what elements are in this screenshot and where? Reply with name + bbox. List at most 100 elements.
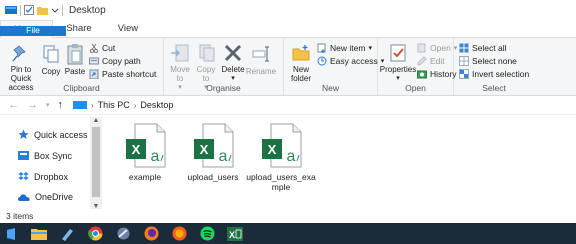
select-small-buttons: Select all Select none Invert selection <box>457 40 529 83</box>
svg-text:X: X <box>229 230 235 240</box>
breadcrumb-this-pc[interactable]: This PC <box>98 100 130 110</box>
file-explorer-taskbar-icon[interactable] <box>30 225 48 243</box>
copy-to-button[interactable]: Copy to ▾ <box>193 40 219 91</box>
clipboard-small-buttons: Cut Copy path Paste shortcut <box>87 40 156 83</box>
cut-button[interactable]: Cut <box>89 42 156 54</box>
copy-path-icon <box>89 56 99 66</box>
excel-taskbar-icon[interactable]: X <box>226 225 244 243</box>
rename-icon <box>250 43 272 65</box>
copy-button[interactable]: Copy <box>39 40 63 83</box>
breadcrumb-separator: › <box>91 100 94 110</box>
firefox-taskbar-icon[interactable] <box>142 225 160 243</box>
breadcrumb[interactable]: › This PC › Desktop <box>73 100 173 110</box>
delete-x-icon <box>222 43 244 63</box>
recent-locations-dropdown-icon[interactable]: ▾ <box>46 101 50 109</box>
open-icon <box>417 43 427 53</box>
new-group: New folder New item ▾ Easy access ▾ New <box>284 38 384 95</box>
tab-view[interactable]: View <box>105 20 151 37</box>
select-group: Select all Select none Invert selection … <box>454 38 534 95</box>
tab-file[interactable]: File <box>0 25 66 36</box>
copy-path-button[interactable]: Copy path <box>89 55 156 67</box>
ribbon: Pin to Quick access Copy Paste Cut Copy … <box>0 38 576 96</box>
nav-item-onedrive[interactable]: OneDrive <box>18 192 73 202</box>
file-item-upload-users-example[interactable]: X a upload_users_exa mple <box>246 121 316 192</box>
start-windows-icon[interactable] <box>2 225 20 243</box>
title-bar: Desktop <box>0 0 576 20</box>
organise-group: Move to ▾ Copy to ▾ Delete ▾ Rename Orga… <box>164 38 284 95</box>
scissors-icon <box>89 43 99 53</box>
paste-button[interactable]: Paste <box>63 40 87 83</box>
clipboard-group-label: Clipboard <box>63 83 100 93</box>
new-item-icon <box>317 43 327 53</box>
rename-button[interactable]: Rename <box>246 40 276 83</box>
customize-dropdown-icon[interactable] <box>51 6 59 14</box>
excel-csv-file-icon: X a <box>262 123 302 168</box>
invert-selection-button[interactable]: Invert selection <box>459 68 529 80</box>
quick-access-toolbar <box>5 4 63 16</box>
file-list: X a example X a upload_users X a upload_… <box>104 115 576 210</box>
box-icon <box>18 151 29 160</box>
separator <box>20 4 21 16</box>
nav-item-dropbox[interactable]: Dropbox <box>18 171 68 182</box>
forward-arrow-icon[interactable]: → <box>27 99 38 111</box>
paste-icon <box>64 43 86 65</box>
separator <box>62 4 63 16</box>
new-item-button[interactable]: New item ▾ <box>317 42 384 54</box>
ribbon-tabs: File Home Share View <box>0 20 576 38</box>
scroll-up-icon[interactable]: ▲ <box>90 117 102 124</box>
breadcrumb-separator: › <box>133 100 137 110</box>
chrome-taskbar-icon[interactable] <box>86 225 104 243</box>
paste-shortcut-icon <box>89 69 99 79</box>
window-title: Desktop <box>69 4 106 16</box>
new-group-label: New <box>321 83 339 93</box>
move-to-button[interactable]: Move to ▾ <box>167 40 193 91</box>
properties-button[interactable]: Properties ▾ <box>380 40 416 83</box>
window-icon <box>5 6 17 14</box>
dropbox-icon <box>18 172 29 180</box>
notepad-taskbar-icon[interactable] <box>58 225 76 243</box>
scrollbar-thumb[interactable] <box>92 127 100 197</box>
this-pc-icon <box>73 100 88 109</box>
copy-icon <box>40 43 62 65</box>
folder-icon[interactable] <box>37 6 48 15</box>
nav-pane-scrollbar[interactable]: ▲ ▼ <box>90 117 102 210</box>
pin-icon <box>10 43 32 63</box>
breadcrumb-desktop[interactable]: Desktop <box>140 100 173 110</box>
up-arrow-icon[interactable]: ↑ <box>58 99 64 111</box>
new-folder-button[interactable]: New folder <box>287 40 315 83</box>
properties-check-icon[interactable] <box>24 5 34 15</box>
easy-access-button[interactable]: Easy access ▾ <box>317 55 384 67</box>
address-bar: ← → ▾ ↑ › This PC › Desktop <box>0 96 576 115</box>
delete-dropdown-icon: ▾ <box>231 75 235 82</box>
spotify-taskbar-icon[interactable] <box>198 225 216 243</box>
properties-dropdown-icon: ▾ <box>396 75 400 82</box>
file-name: upload_users_exa mple <box>246 172 316 192</box>
svg-text:X: X <box>200 142 209 157</box>
select-all-icon <box>459 43 469 53</box>
edit-button[interactable]: Edit <box>417 55 457 67</box>
paste-shortcut-button[interactable]: Paste shortcut <box>89 68 156 80</box>
organise-group-label: Organise <box>206 83 241 93</box>
pin-to-quick-access-button[interactable]: Pin to Quick access <box>3 40 39 92</box>
svg-text:X: X <box>132 142 141 157</box>
nav-item-box-sync[interactable]: Box Sync <box>18 150 72 161</box>
delete-button[interactable]: Delete ▾ <box>219 40 247 83</box>
history-button[interactable]: History <box>417 68 457 80</box>
select-none-icon <box>459 56 469 66</box>
file-name: example <box>128 172 162 182</box>
svg-text:a: a <box>287 148 296 165</box>
open-button[interactable]: Open ▾ <box>417 42 457 54</box>
back-arrow-icon[interactable]: ← <box>8 99 19 111</box>
nav-item-quick-access[interactable]: Quick access <box>18 129 88 140</box>
browser-taskbar-icon[interactable] <box>170 225 188 243</box>
file-item-upload-users[interactable]: X a upload_users <box>180 121 246 183</box>
properties-icon <box>387 43 409 63</box>
select-all-button[interactable]: Select all <box>459 42 529 54</box>
open-small-buttons: Open ▾ Edit History <box>415 40 457 83</box>
select-group-label: Select <box>482 83 506 93</box>
edit-icon <box>417 56 427 66</box>
easy-access-icon <box>317 56 327 66</box>
select-none-button[interactable]: Select none <box>459 55 529 67</box>
tool-taskbar-icon[interactable] <box>114 225 132 243</box>
file-item-example[interactable]: X a example <box>112 121 178 183</box>
